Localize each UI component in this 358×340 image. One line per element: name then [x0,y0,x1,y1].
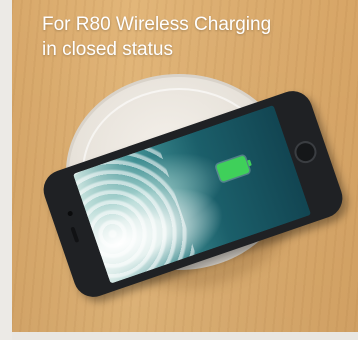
bottom-margin [12,332,358,340]
charging-battery-icon [215,155,251,183]
earpiece-speaker [70,226,80,243]
caption-line-2: in closed status [42,39,173,60]
front-camera [66,210,74,217]
caption-line-1: For R80 Wireless Charging [42,14,272,35]
left-margin [0,0,12,340]
wave-foam [72,144,196,284]
product-photo: For R80 Wireless Charging in closed stat… [12,0,358,332]
home-button [291,138,320,167]
image-caption: For R80 Wireless Charging in closed stat… [42,12,271,62]
